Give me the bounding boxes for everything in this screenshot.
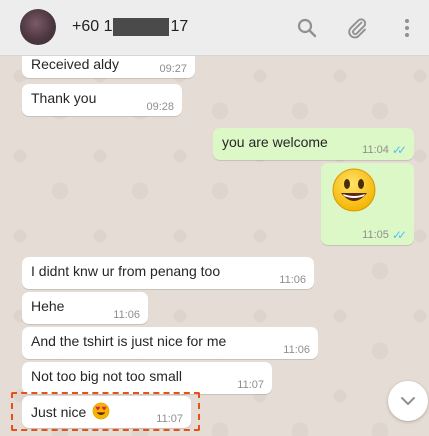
attach-icon[interactable] — [345, 16, 369, 40]
message-incoming[interactable]: I didnt knw ur from penang too 11:06 — [22, 257, 314, 289]
grinning-face-icon — [332, 168, 376, 212]
message-incoming[interactable]: Not too big not too small 11:07 — [22, 362, 272, 394]
message-incoming[interactable]: Thank you 09:28 — [22, 84, 182, 116]
read-ticks-icon: ✓✓ — [391, 143, 407, 157]
message-incoming[interactable]: And the tshirt is just nice for me 11:06 — [22, 327, 318, 359]
contact-name-suffix: 17 — [170, 18, 189, 35]
message-time: 11:06 — [283, 344, 310, 356]
message-text: Not too big not too small — [31, 368, 182, 384]
message-time: 11:05 — [362, 229, 389, 241]
chevron-down-icon — [401, 397, 415, 405]
message-time: 11:06 — [113, 309, 140, 321]
chat-header: +60 1 17 — [0, 0, 429, 56]
scroll-down-button[interactable] — [388, 381, 428, 421]
message-text: I didnt knw ur from penang too — [31, 263, 221, 279]
read-ticks-icon: ✓✓ — [391, 228, 407, 242]
message-time: 11:07 — [237, 379, 264, 391]
avatar[interactable] — [20, 9, 56, 45]
message-incoming[interactable]: Hehe 11:06 — [22, 292, 148, 324]
message-time: 11:04 — [362, 144, 389, 156]
message-time: 09:27 — [159, 63, 187, 75]
highlight-frame — [11, 392, 200, 431]
message-text: Thank you — [31, 90, 97, 106]
message-text: Hehe — [31, 298, 65, 314]
search-icon[interactable] — [295, 16, 319, 40]
contact-name-prefix: +60 1 — [72, 18, 113, 35]
message-outgoing-emoji[interactable]: 11:05 ✓✓ — [321, 163, 414, 245]
message-time: 11:06 — [279, 274, 306, 286]
chat-area[interactable]: Received aldy 09:27 Thank you 09:28 you … — [0, 56, 429, 436]
contact-name[interactable]: +60 1 17 — [72, 18, 188, 36]
message-text: you are welcome — [222, 134, 328, 150]
message-incoming[interactable]: Received aldy 09:27 — [22, 56, 195, 78]
message-time: 09:28 — [146, 101, 174, 113]
redaction-bar — [113, 18, 170, 36]
message-outgoing[interactable]: you are welcome 11:04 ✓✓ — [213, 128, 414, 160]
message-text: Received aldy — [31, 56, 119, 72]
message-text: And the tshirt is just nice for me — [31, 333, 227, 349]
menu-icon[interactable] — [395, 16, 419, 40]
